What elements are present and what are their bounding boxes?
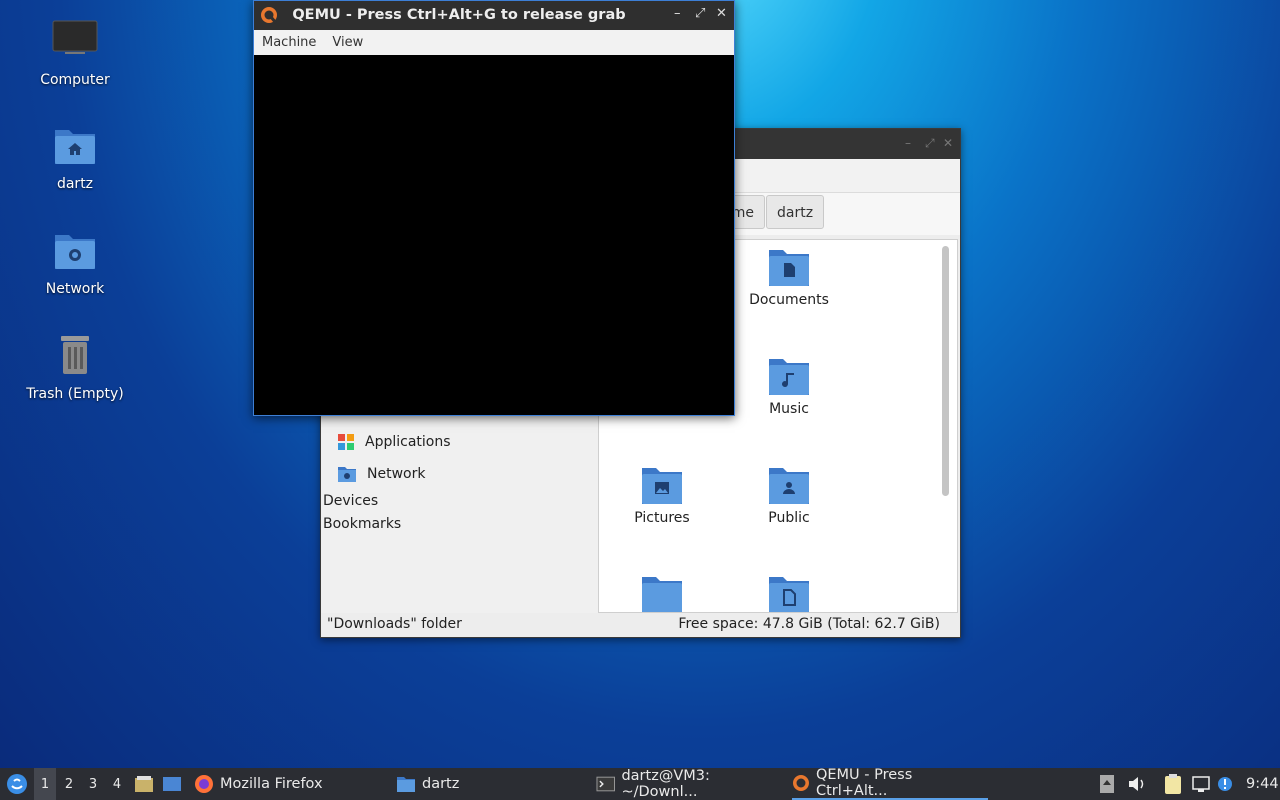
desktop-icon-trash[interactable]: Trash (Empty) xyxy=(20,332,130,402)
sidebar-item-network[interactable]: Network xyxy=(337,465,425,483)
clipboard-icon[interactable] xyxy=(1164,768,1182,800)
clock[interactable]: 9:44 xyxy=(1246,768,1279,800)
computer-icon xyxy=(52,20,98,54)
qemu-display[interactable] xyxy=(254,55,734,415)
folder-documents[interactable]: Documents xyxy=(734,248,844,308)
public-folder-icon xyxy=(769,468,809,504)
volume-icon[interactable] xyxy=(1128,768,1146,800)
network-icon xyxy=(338,467,356,482)
folder-icon xyxy=(397,777,415,792)
qemu-icon xyxy=(792,775,809,791)
desktop-icon xyxy=(163,777,181,791)
task-dartz-folder[interactable]: dartz xyxy=(396,768,586,800)
folder-label: Pictures xyxy=(634,510,690,526)
network-folder-icon xyxy=(55,235,95,269)
folder-templates[interactable] xyxy=(734,575,844,612)
folder-public[interactable]: Public xyxy=(734,466,844,526)
sidebar-item-label: Applications xyxy=(365,434,451,450)
task-label: Mozilla Firefox xyxy=(220,776,323,792)
workspace-1[interactable]: 1 xyxy=(34,768,56,800)
workspace-3[interactable]: 3 xyxy=(82,768,104,800)
status-selection: "Downloads" folder xyxy=(327,616,462,632)
desktop-icon-label: Computer xyxy=(40,72,110,88)
minimize-button[interactable]: – xyxy=(674,6,681,21)
desktop-icon-label: dartz xyxy=(56,176,94,192)
sidebar-item-applications[interactable]: Applications xyxy=(337,433,451,451)
tray-eject-icon[interactable] xyxy=(1100,768,1114,800)
scrollbar[interactable] xyxy=(942,246,949,496)
close-button[interactable]: ✕ xyxy=(716,6,727,21)
maximize-icon[interactable]: ⤢ xyxy=(925,136,935,151)
sidebar-header-devices[interactable]: Devices xyxy=(323,493,378,509)
network-tray-icon[interactable] xyxy=(1192,768,1210,800)
pictures-folder-icon xyxy=(642,468,682,504)
taskbar: 1 2 3 4 Mozilla Firefox dartz dartz@VM3:… xyxy=(0,767,1280,800)
desktop-icon-computer[interactable]: Computer xyxy=(20,18,130,88)
folder-label: Public xyxy=(768,510,810,526)
folder-partial[interactable] xyxy=(607,575,717,612)
desktop-icon-label: Trash (Empty) xyxy=(26,386,124,402)
task-qemu[interactable]: QEMU - Press Ctrl+Alt... xyxy=(792,767,988,800)
lubuntu-logo-icon xyxy=(7,774,27,794)
trash-icon xyxy=(61,336,89,374)
show-desktop-launcher[interactable] xyxy=(162,768,184,800)
home-folder-icon xyxy=(55,130,95,164)
desktop-icon-network[interactable]: Network xyxy=(20,227,130,297)
status-free-space: Free space: 47.8 GiB (Total: 62.7 GiB) xyxy=(678,616,940,632)
qemu-title: QEMU - Press Ctrl+Alt+G to release grab xyxy=(292,7,626,23)
sidebar-item-label: Network xyxy=(367,466,426,482)
update-notifier-icon[interactable] xyxy=(1217,768,1233,800)
templates-folder-icon xyxy=(769,577,809,612)
breadcrumb-current[interactable]: dartz xyxy=(766,195,825,229)
task-label: dartz xyxy=(422,776,460,792)
sidebar-header-bookmarks[interactable]: Bookmarks xyxy=(323,516,401,532)
folder-label: Documents xyxy=(749,292,829,308)
folder-icon xyxy=(642,577,682,612)
firefox-icon xyxy=(195,775,213,793)
task-label: dartz@VM3: ~/Downl... xyxy=(621,768,710,800)
folder-music[interactable]: Music xyxy=(734,357,844,417)
workspace-4[interactable]: 4 xyxy=(106,768,128,800)
file-manager-icon xyxy=(135,776,153,792)
workspace-2[interactable]: 2 xyxy=(58,768,80,800)
applications-icon xyxy=(338,434,354,450)
documents-folder-icon xyxy=(769,250,809,286)
menu-machine[interactable]: Machine xyxy=(262,35,316,50)
folder-pictures[interactable]: Pictures xyxy=(607,466,717,526)
file-manager-launcher[interactable] xyxy=(134,768,154,800)
menu-view[interactable]: View xyxy=(332,35,363,50)
desktop-icon-home[interactable]: dartz xyxy=(20,122,130,192)
task-label: QEMU - Press Ctrl+Alt... xyxy=(815,767,913,799)
qemu-menubar: Machine View xyxy=(254,30,734,55)
terminal-icon xyxy=(596,776,615,792)
status-bar: "Downloads" folder Free space: 47.8 GiB … xyxy=(321,613,960,637)
qemu-window: QEMU - Press Ctrl+Alt+G to release grab … xyxy=(253,0,735,416)
task-firefox[interactable]: Mozilla Firefox xyxy=(194,768,389,800)
folder-label: Music xyxy=(769,401,809,417)
qemu-titlebar[interactable]: QEMU - Press Ctrl+Alt+G to release grab … xyxy=(254,1,734,30)
music-folder-icon xyxy=(769,359,809,395)
task-terminal[interactable]: dartz@VM3: ~/Downl... xyxy=(596,768,786,800)
desktop-icon-label: Network xyxy=(45,281,105,297)
close-icon[interactable]: ✕ xyxy=(943,136,953,150)
start-menu-button[interactable] xyxy=(4,768,30,800)
minimize-icon[interactable]: – xyxy=(905,136,911,150)
restore-button[interactable]: ⤢ xyxy=(695,6,705,21)
